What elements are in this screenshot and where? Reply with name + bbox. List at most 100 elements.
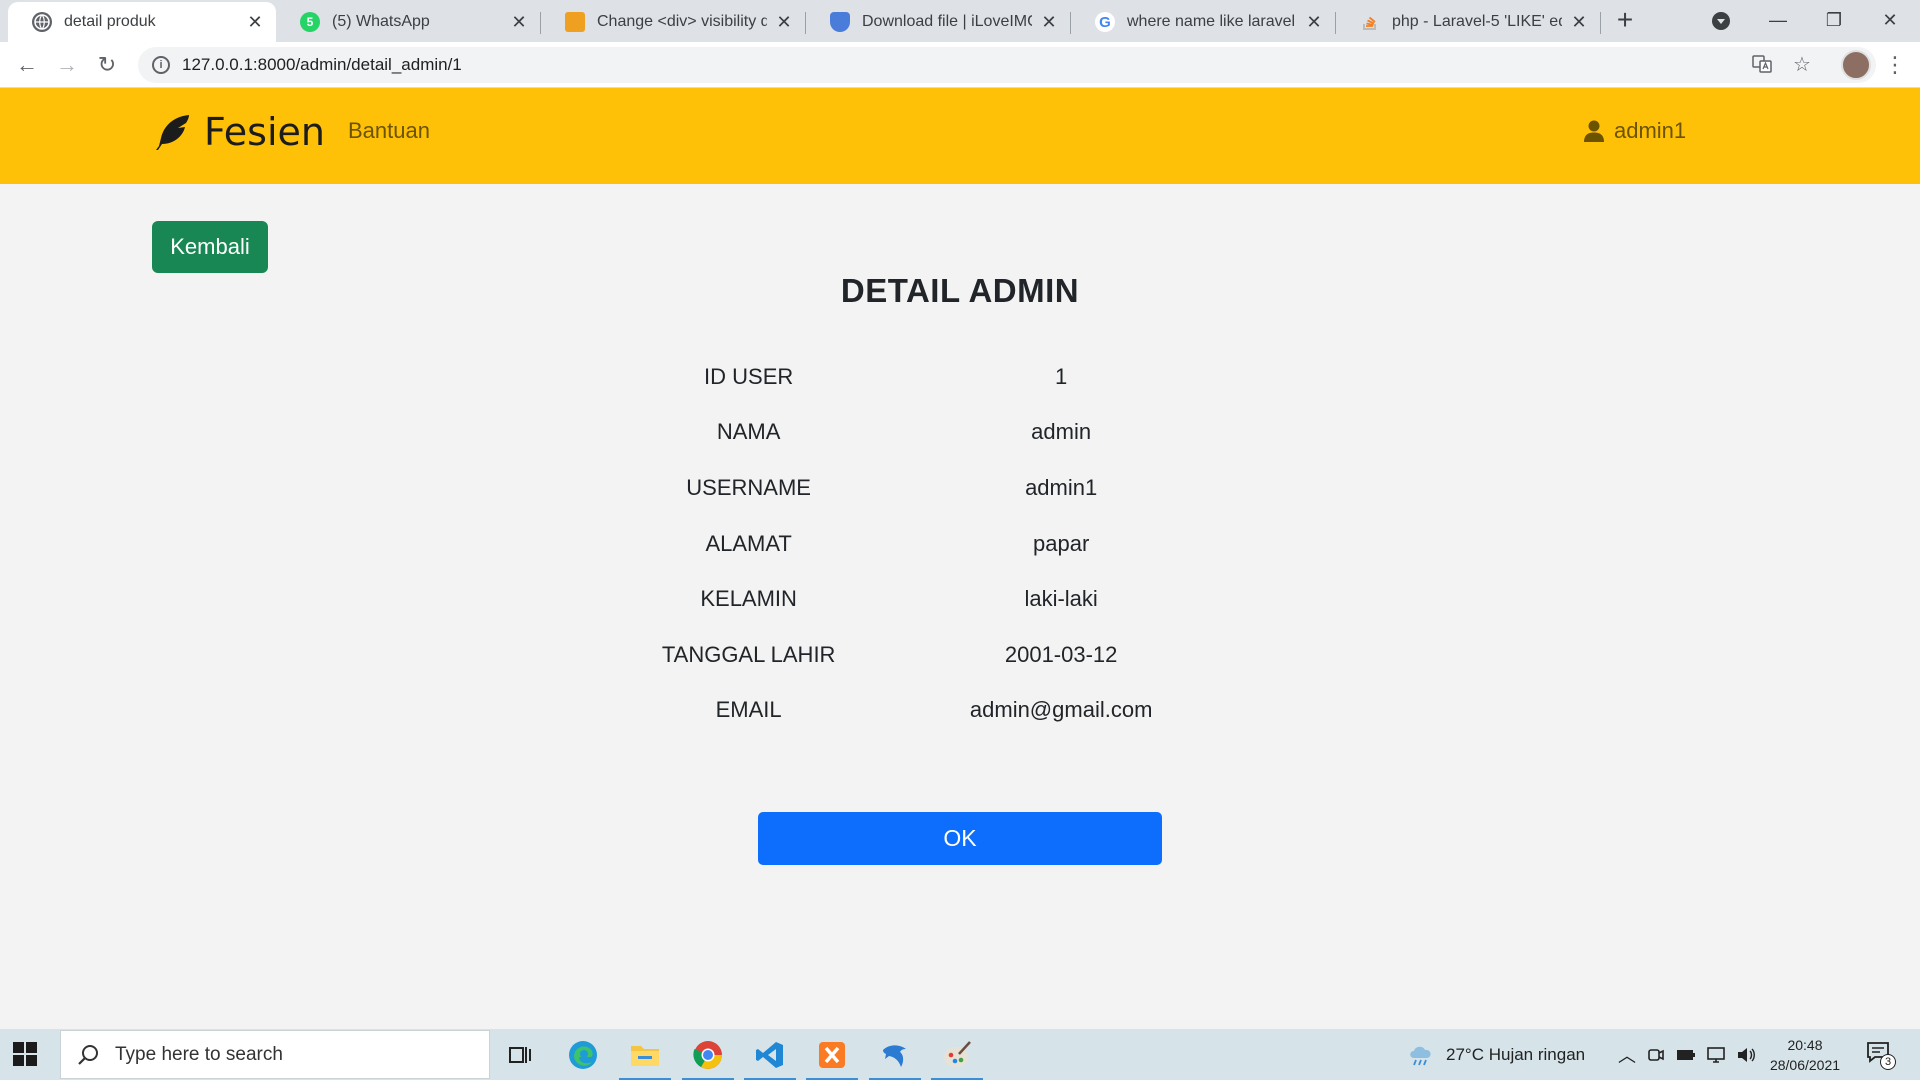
restore-icon[interactable]: ❐	[1806, 0, 1862, 40]
dolphin-app-icon[interactable]	[869, 1035, 921, 1080]
taskbar-search-input[interactable]: Type here to search	[60, 1030, 490, 1079]
ok-button[interactable]: OK	[758, 812, 1162, 865]
tab-google-search[interactable]: G where name like laravel - Pe ✕	[1071, 2, 1335, 42]
user-name: admin1	[1614, 118, 1687, 143]
detail-row-id-user: ID USER 1	[648, 349, 1272, 405]
close-icon[interactable]: ✕	[1040, 12, 1058, 32]
tab-iloveimg[interactable]: Download file | iLoveIMG ✕	[806, 2, 1070, 42]
page-title: DETAIL ADMIN	[840, 272, 1080, 309]
field-label: ALAMAT	[705, 530, 792, 556]
user-menu[interactable]: admin1	[1584, 118, 1686, 144]
url-text: 127.0.0.1:8000/admin/detail_admin/1	[182, 55, 462, 74]
field-label: KELAMIN	[700, 586, 797, 612]
field-value: 1	[1055, 363, 1068, 389]
user-icon	[1584, 120, 1604, 142]
field-value: 2001-03-12	[1004, 641, 1118, 667]
reload-icon[interactable]: ↻	[92, 50, 122, 80]
close-icon[interactable]: ✕	[246, 12, 264, 32]
globe-icon	[32, 12, 52, 32]
site-info-icon[interactable]: i	[152, 56, 170, 74]
tab-whatsapp[interactable]: 5 (5) WhatsApp ✕	[276, 2, 540, 42]
search-icon	[78, 1044, 98, 1065]
paint-icon[interactable]	[931, 1035, 983, 1080]
tab-title: detail produk	[64, 13, 156, 30]
field-label: EMAIL	[715, 697, 782, 723]
tab-stackoverflow[interactable]: php - Laravel-5 'LIKE' equiva ✕	[1336, 2, 1600, 42]
detail-row-email: EMAIL admin@gmail.com	[648, 683, 1272, 739]
close-icon[interactable]: ✕	[510, 12, 528, 32]
field-value: admin1	[1025, 474, 1098, 500]
forward-arrow-icon[interactable]: →	[52, 50, 82, 80]
bookmark-star-icon[interactable]: ☆	[1788, 50, 1816, 78]
google-icon: G	[1095, 12, 1115, 32]
detail-row-kelamin: KELAMIN laki-laki	[648, 571, 1272, 627]
browser-menu-icon[interactable]: ⋮	[1883, 50, 1907, 80]
kembali-button[interactable]: Kembali	[152, 221, 268, 273]
feather-icon	[156, 115, 189, 150]
new-tab-button[interactable]: +	[1610, 6, 1640, 36]
chrome-icon[interactable]	[682, 1035, 734, 1080]
close-icon[interactable]: ✕	[1570, 12, 1588, 32]
tab-detail-produk[interactable]: detail produk ✕	[8, 2, 276, 42]
weather-widget[interactable]: 27°C Hujan ringan	[1408, 1029, 1585, 1080]
tab-title: Download file | iLoveIMG	[862, 13, 1032, 30]
address-bar[interactable]: i 127.0.0.1:8000/admin/detail_admin/1	[138, 47, 1876, 83]
field-value: laki-laki	[1024, 586, 1098, 612]
notification-center-icon[interactable]: 3	[1866, 1041, 1896, 1070]
profile-avatar[interactable]	[1841, 50, 1871, 80]
vscode-icon[interactable]	[744, 1035, 796, 1080]
field-label: USERNAME	[686, 474, 811, 500]
detail-table: ID USER 1 NAMA admin USERNAME admin1 ALA…	[648, 349, 1272, 738]
browser-tab-strip: detail produk ✕ 5 (5) WhatsApp ✕ Change …	[0, 0, 1920, 42]
field-label: TANGGAL LAHIR	[661, 641, 836, 667]
tab-search-icon[interactable]	[1712, 12, 1730, 30]
xampp-icon[interactable]	[806, 1035, 858, 1080]
translate-icon[interactable]	[1748, 50, 1776, 78]
detail-row-alamat: ALAMAT papar	[648, 516, 1272, 572]
notification-count-badge: 3	[1880, 1054, 1896, 1070]
edge-browser-icon[interactable]	[563, 1035, 603, 1075]
tutorial-site-icon	[565, 12, 585, 32]
close-icon[interactable]: ✕	[775, 12, 793, 32]
volume-icon[interactable]	[1736, 1046, 1756, 1064]
tab-title: where name like laravel - Pe	[1127, 13, 1297, 30]
stackoverflow-icon	[1360, 12, 1380, 32]
clock-time: 20:48	[1787, 1037, 1823, 1053]
nav-link-bantuan[interactable]: Bantuan	[348, 118, 430, 144]
field-label: NAMA	[716, 419, 781, 445]
battery-icon[interactable]	[1676, 1047, 1696, 1063]
browser-toolbar: ← → ↻ i 127.0.0.1:8000/admin/detail_admi…	[0, 42, 1920, 88]
close-icon[interactable]: ✕	[1305, 12, 1323, 32]
field-value: admin	[1031, 419, 1092, 445]
tab-title: php - Laravel-5 'LIKE' equiva	[1392, 13, 1562, 30]
brand-name: Fesien	[204, 110, 325, 154]
weather-text: 27°C Hujan ringan	[1446, 1044, 1586, 1064]
detail-row-tanggal-lahir: TANGGAL LAHIR 2001-03-12	[648, 627, 1272, 683]
back-arrow-icon[interactable]: ←	[12, 50, 42, 80]
windows-start-icon[interactable]	[12, 1041, 38, 1067]
file-explorer-icon[interactable]	[619, 1035, 671, 1080]
system-tray-icons	[1646, 1029, 1756, 1080]
tab-title: Change <div> visibility dyn	[597, 13, 767, 30]
tab-title: (5) WhatsApp	[332, 13, 430, 30]
detail-row-nama: NAMA admin	[648, 405, 1272, 461]
field-value: admin@gmail.com	[969, 697, 1153, 723]
taskbar-clock[interactable]: 20:48 28/06/2021	[1762, 1035, 1848, 1075]
detail-row-username: USERNAME admin1	[648, 460, 1272, 516]
clock-date: 28/06/2021	[1769, 1057, 1841, 1073]
field-value: papar	[1033, 530, 1090, 556]
window-close-icon[interactable]: ✕	[1862, 0, 1918, 40]
site-navbar: Fesien Bantuan admin1	[0, 88, 1920, 184]
minimize-icon[interactable]: —	[1750, 0, 1806, 40]
brand-logo[interactable]: Fesien	[152, 106, 325, 158]
whatsapp-icon: 5	[300, 12, 320, 32]
tab-change-div-visibility[interactable]: Change <div> visibility dyn ✕	[541, 2, 805, 42]
search-placeholder: Type here to search	[115, 1043, 283, 1065]
field-label: ID USER	[704, 363, 794, 389]
show-hidden-icons-icon[interactable]: ︿	[1618, 1029, 1636, 1080]
tab-divider	[1600, 12, 1601, 34]
iloveimg-icon	[830, 12, 850, 32]
task-view-icon[interactable]	[500, 1035, 540, 1075]
meet-now-icon[interactable]	[1646, 1046, 1664, 1064]
network-icon[interactable]	[1706, 1046, 1726, 1064]
